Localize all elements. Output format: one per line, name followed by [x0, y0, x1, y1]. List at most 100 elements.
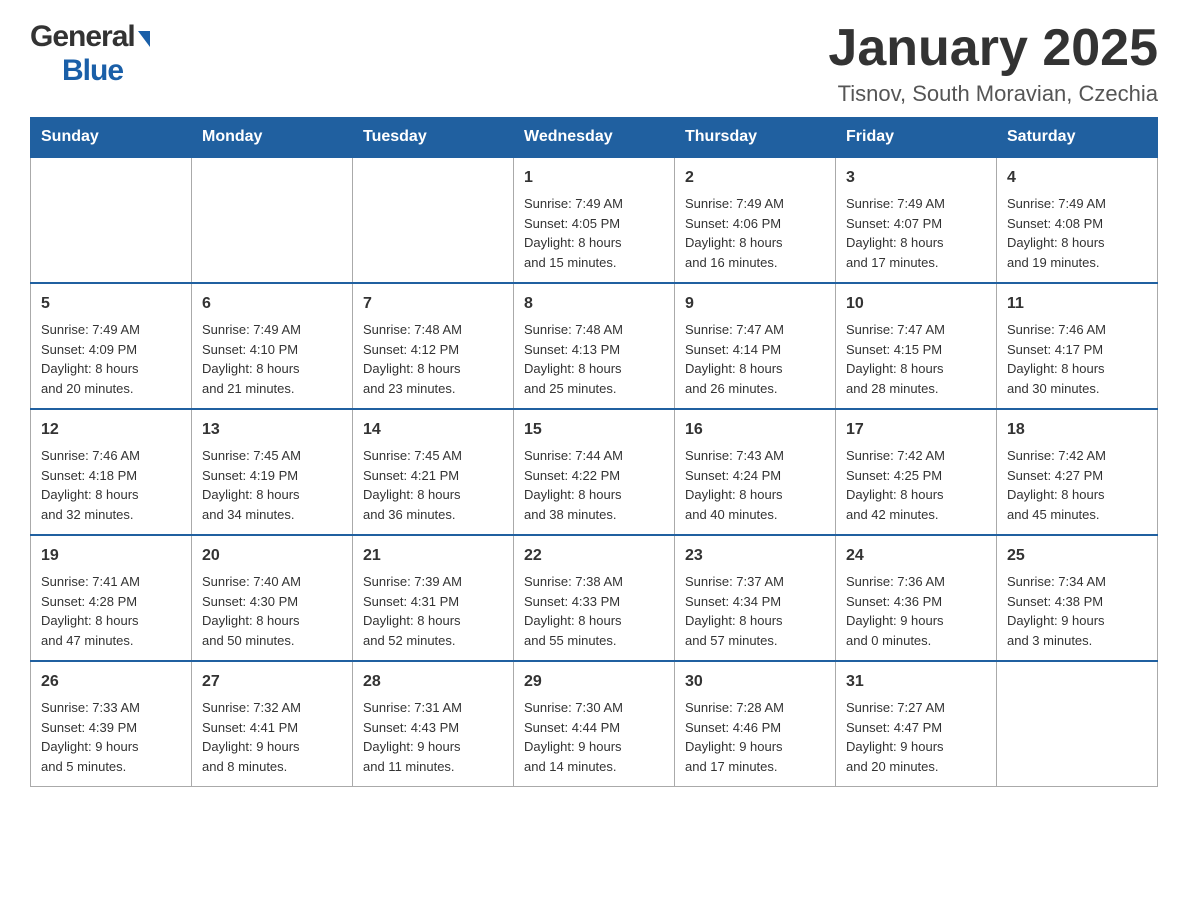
calendar-cell — [31, 157, 192, 283]
day-number: 22 — [524, 544, 664, 568]
day-number: 28 — [363, 670, 503, 694]
day-info: Sunrise: 7:37 AM Sunset: 4:34 PM Dayligh… — [685, 572, 825, 650]
day-number: 18 — [1007, 418, 1147, 442]
day-info: Sunrise: 7:32 AM Sunset: 4:41 PM Dayligh… — [202, 698, 342, 776]
calendar-cell: 11 Sunrise: 7:46 AM Sunset: 4:17 PM Dayli… — [997, 283, 1158, 409]
day-info: Sunrise: 7:41 AM Sunset: 4:28 PM Dayligh… — [41, 572, 181, 650]
logo-triangle-icon — [138, 31, 150, 47]
calendar-cell: 15 Sunrise: 7:44 AM Sunset: 4:22 PM Dayli… — [514, 409, 675, 535]
day-number: 1 — [524, 166, 664, 190]
calendar-cell: 12 Sunrise: 7:46 AM Sunset: 4:18 PM Dayli… — [31, 409, 192, 535]
calendar-cell: 16 Sunrise: 7:43 AM Sunset: 4:24 PM Dayli… — [675, 409, 836, 535]
calendar-cell: 20 Sunrise: 7:40 AM Sunset: 4:30 PM Dayli… — [192, 535, 353, 661]
calendar-cell: 26 Sunrise: 7:33 AM Sunset: 4:39 PM Dayli… — [31, 661, 192, 787]
day-info: Sunrise: 7:47 AM Sunset: 4:14 PM Dayligh… — [685, 320, 825, 398]
day-info: Sunrise: 7:40 AM Sunset: 4:30 PM Dayligh… — [202, 572, 342, 650]
day-number: 20 — [202, 544, 342, 568]
calendar-cell — [353, 157, 514, 283]
calendar-cell — [192, 157, 353, 283]
day-info: Sunrise: 7:34 AM Sunset: 4:38 PM Dayligh… — [1007, 572, 1147, 650]
day-info: Sunrise: 7:45 AM Sunset: 4:21 PM Dayligh… — [363, 446, 503, 524]
day-number: 11 — [1007, 292, 1147, 316]
day-info: Sunrise: 7:49 AM Sunset: 4:06 PM Dayligh… — [685, 194, 825, 272]
calendar-cell: 19 Sunrise: 7:41 AM Sunset: 4:28 PM Dayli… — [31, 535, 192, 661]
weekday-header-wednesday: Wednesday — [514, 118, 675, 158]
day-number: 29 — [524, 670, 664, 694]
calendar-cell: 31Sunrise: 7:27 AM Sunset: 4:47 PM Dayli… — [836, 661, 997, 787]
day-number: 8 — [524, 292, 664, 316]
day-number: 14 — [363, 418, 503, 442]
calendar-week-5: 26 Sunrise: 7:33 AM Sunset: 4:39 PM Dayli… — [31, 661, 1158, 787]
calendar-cell: 22Sunrise: 7:38 AM Sunset: 4:33 PM Dayli… — [514, 535, 675, 661]
weekday-header-tuesday: Tuesday — [353, 118, 514, 158]
day-info: Sunrise: 7:33 AM Sunset: 4:39 PM Dayligh… — [41, 698, 181, 776]
calendar-cell: 30 Sunrise: 7:28 AM Sunset: 4:46 PM Dayli… — [675, 661, 836, 787]
day-info: Sunrise: 7:49 AM Sunset: 4:07 PM Dayligh… — [846, 194, 986, 272]
day-info: Sunrise: 7:49 AM Sunset: 4:05 PM Dayligh… — [524, 194, 664, 272]
calendar-table: SundayMondayTuesdayWednesdayThursdayFrid… — [30, 117, 1158, 787]
calendar-cell: 7 Sunrise: 7:48 AM Sunset: 4:12 PM Daylig… — [353, 283, 514, 409]
day-number: 21 — [363, 544, 503, 568]
day-info: Sunrise: 7:46 AM Sunset: 4:17 PM Dayligh… — [1007, 320, 1147, 398]
day-number: 17 — [846, 418, 986, 442]
day-number: 19 — [41, 544, 181, 568]
day-info: Sunrise: 7:43 AM Sunset: 4:24 PM Dayligh… — [685, 446, 825, 524]
calendar-cell: 8 Sunrise: 7:48 AM Sunset: 4:13 PM Daylig… — [514, 283, 675, 409]
day-info: Sunrise: 7:49 AM Sunset: 4:09 PM Dayligh… — [41, 320, 181, 398]
calendar-cell: 29Sunrise: 7:30 AM Sunset: 4:44 PM Dayli… — [514, 661, 675, 787]
calendar-week-4: 19 Sunrise: 7:41 AM Sunset: 4:28 PM Dayli… — [31, 535, 1158, 661]
day-number: 16 — [685, 418, 825, 442]
calendar-cell: 9 Sunrise: 7:47 AM Sunset: 4:14 PM Daylig… — [675, 283, 836, 409]
calendar-cell: 14 Sunrise: 7:45 AM Sunset: 4:21 PM Dayli… — [353, 409, 514, 535]
day-number: 7 — [363, 292, 503, 316]
day-info: Sunrise: 7:48 AM Sunset: 4:12 PM Dayligh… — [363, 320, 503, 398]
weekday-header-friday: Friday — [836, 118, 997, 158]
day-info: Sunrise: 7:45 AM Sunset: 4:19 PM Dayligh… — [202, 446, 342, 524]
calendar-cell: 28Sunrise: 7:31 AM Sunset: 4:43 PM Dayli… — [353, 661, 514, 787]
day-number: 26 — [41, 670, 181, 694]
day-number: 3 — [846, 166, 986, 190]
calendar-week-1: 1 Sunrise: 7:49 AM Sunset: 4:05 PM Daylig… — [31, 157, 1158, 283]
day-info: Sunrise: 7:48 AM Sunset: 4:13 PM Dayligh… — [524, 320, 664, 398]
month-title: January 2025 — [828, 20, 1158, 77]
logo-general-text: General — [30, 20, 135, 54]
calendar-cell: 13 Sunrise: 7:45 AM Sunset: 4:19 PM Dayli… — [192, 409, 353, 535]
day-info: Sunrise: 7:44 AM Sunset: 4:22 PM Dayligh… — [524, 446, 664, 524]
weekday-header-saturday: Saturday — [997, 118, 1158, 158]
day-info: Sunrise: 7:28 AM Sunset: 4:46 PM Dayligh… — [685, 698, 825, 776]
logo-blue-text: Blue — [62, 54, 123, 87]
weekday-header-row: SundayMondayTuesdayWednesdayThursdayFrid… — [31, 118, 1158, 158]
calendar-header: SundayMondayTuesdayWednesdayThursdayFrid… — [31, 118, 1158, 158]
location-subtitle: Tisnov, South Moravian, Czechia — [828, 81, 1158, 107]
day-number: 10 — [846, 292, 986, 316]
page-header: General Blue January 2025 Tisnov, South … — [30, 20, 1158, 107]
calendar-week-3: 12 Sunrise: 7:46 AM Sunset: 4:18 PM Dayli… — [31, 409, 1158, 535]
day-number: 24 — [846, 544, 986, 568]
day-number: 13 — [202, 418, 342, 442]
day-info: Sunrise: 7:49 AM Sunset: 4:10 PM Dayligh… — [202, 320, 342, 398]
day-info: Sunrise: 7:42 AM Sunset: 4:25 PM Dayligh… — [846, 446, 986, 524]
day-number: 25 — [1007, 544, 1147, 568]
day-number: 30 — [685, 670, 825, 694]
day-number: 4 — [1007, 166, 1147, 190]
day-info: Sunrise: 7:39 AM Sunset: 4:31 PM Dayligh… — [363, 572, 503, 650]
calendar-cell: 18Sunrise: 7:42 AM Sunset: 4:27 PM Dayli… — [997, 409, 1158, 535]
calendar-cell: 5Sunrise: 7:49 AM Sunset: 4:09 PM Daylig… — [31, 283, 192, 409]
day-info: Sunrise: 7:27 AM Sunset: 4:47 PM Dayligh… — [846, 698, 986, 776]
day-number: 12 — [41, 418, 181, 442]
calendar-cell: 17 Sunrise: 7:42 AM Sunset: 4:25 PM Dayli… — [836, 409, 997, 535]
calendar-cell — [997, 661, 1158, 787]
calendar-cell: 24Sunrise: 7:36 AM Sunset: 4:36 PM Dayli… — [836, 535, 997, 661]
day-info: Sunrise: 7:46 AM Sunset: 4:18 PM Dayligh… — [41, 446, 181, 524]
day-number: 9 — [685, 292, 825, 316]
calendar-cell: 2 Sunrise: 7:49 AM Sunset: 4:06 PM Daylig… — [675, 157, 836, 283]
weekday-header-thursday: Thursday — [675, 118, 836, 158]
calendar-cell: 3 Sunrise: 7:49 AM Sunset: 4:07 PM Daylig… — [836, 157, 997, 283]
title-block: January 2025 Tisnov, South Moravian, Cze… — [828, 20, 1158, 107]
day-number: 2 — [685, 166, 825, 190]
day-info: Sunrise: 7:49 AM Sunset: 4:08 PM Dayligh… — [1007, 194, 1147, 272]
calendar-cell: 23Sunrise: 7:37 AM Sunset: 4:34 PM Dayli… — [675, 535, 836, 661]
calendar-cell: 10Sunrise: 7:47 AM Sunset: 4:15 PM Dayli… — [836, 283, 997, 409]
calendar-cell: 1 Sunrise: 7:49 AM Sunset: 4:05 PM Daylig… — [514, 157, 675, 283]
day-number: 15 — [524, 418, 664, 442]
